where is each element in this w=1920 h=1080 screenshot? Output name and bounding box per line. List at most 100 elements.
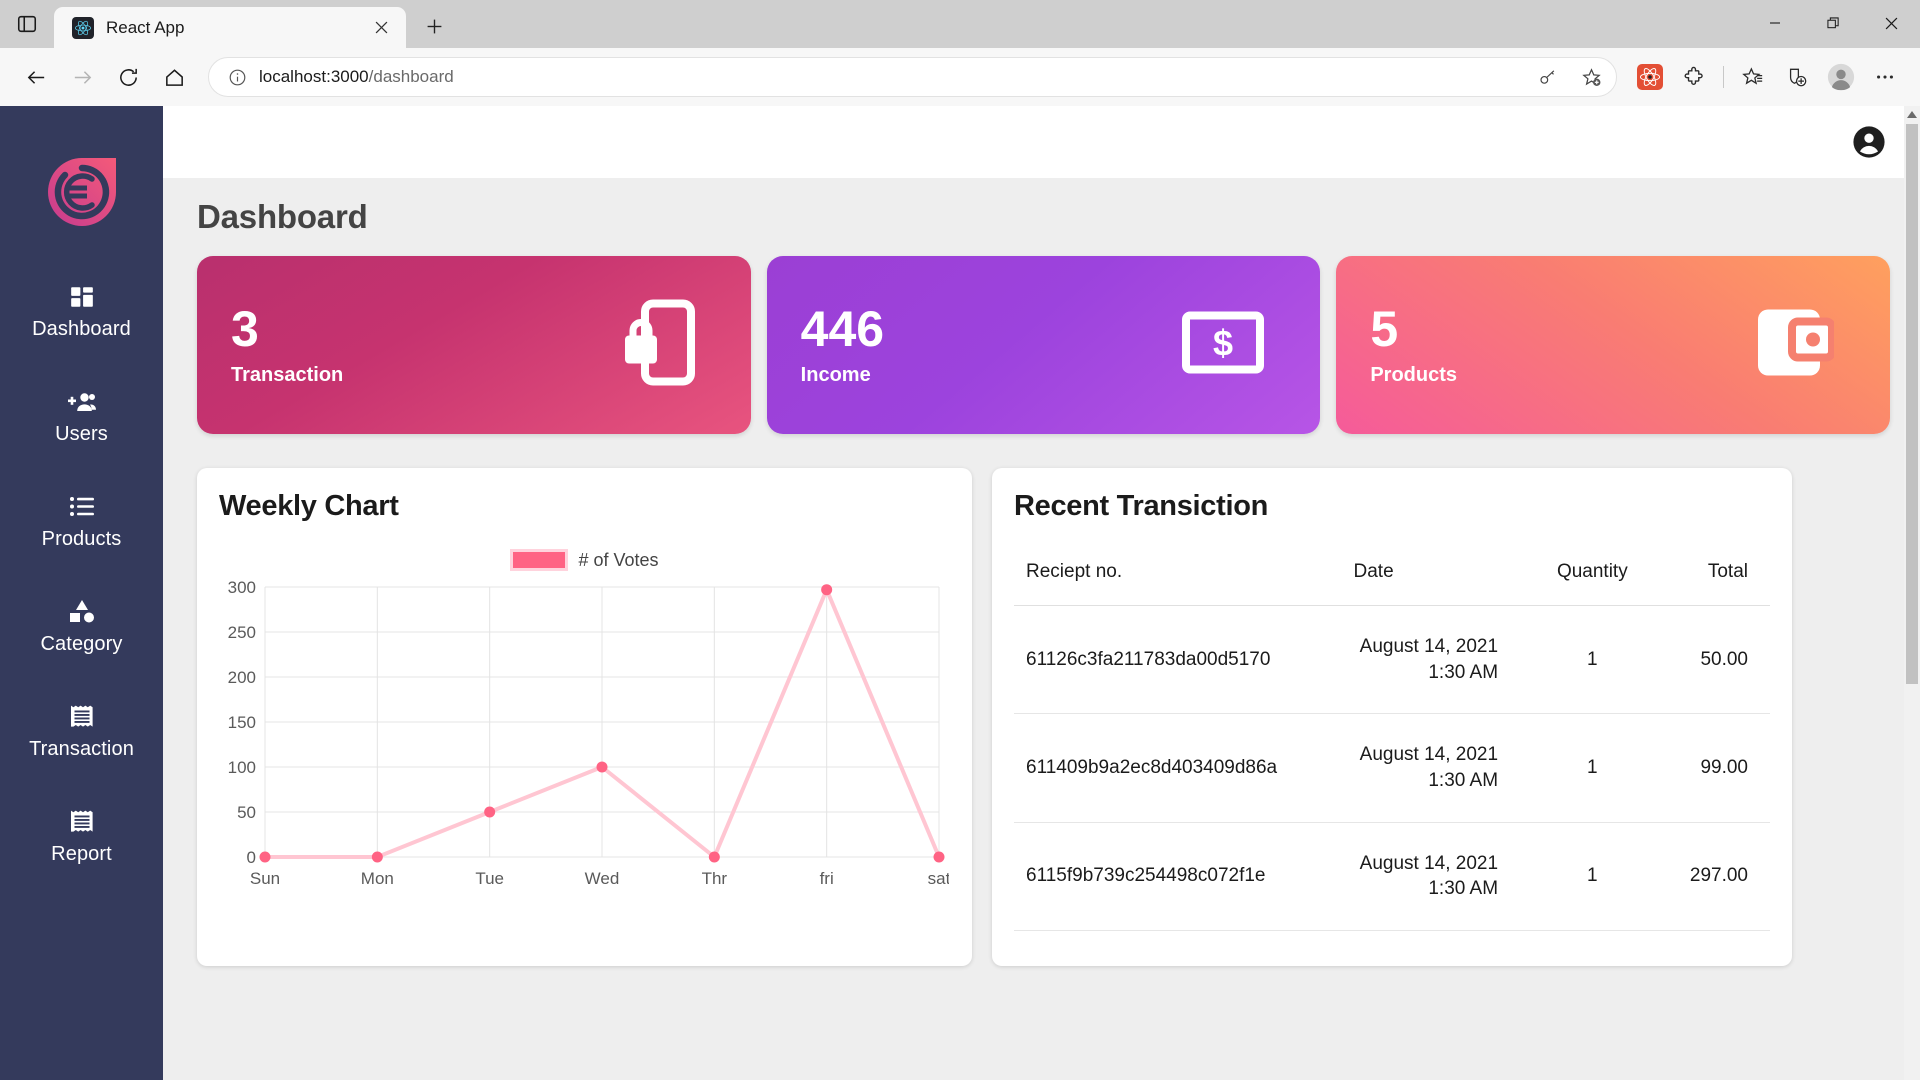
chart-point[interactable] bbox=[596, 761, 608, 773]
home-button[interactable] bbox=[152, 55, 196, 99]
app-content: Dashboard 3 Transaction 446 Income $ 5 P… bbox=[163, 106, 1920, 1080]
dashboard-grid-icon bbox=[69, 282, 95, 312]
receipt-icon bbox=[69, 807, 95, 837]
window-controls bbox=[1746, 0, 1920, 46]
table-row[interactable]: 6115f9b739c254498c072f1e August 14, 2021 1… bbox=[1014, 822, 1770, 931]
sidebar-item-transaction[interactable]: Transaction bbox=[0, 688, 163, 775]
scrollbar-thumb[interactable] bbox=[1906, 124, 1918, 684]
stat-cards: 3 Transaction 446 Income $ 5 Products bbox=[197, 256, 1891, 434]
close-window-button[interactable] bbox=[1862, 0, 1920, 46]
header-date: Date bbox=[1331, 549, 1529, 606]
tab-title: React App bbox=[106, 17, 185, 37]
xtick-label: Tue bbox=[475, 869, 504, 888]
wallet-icon bbox=[1756, 308, 1837, 383]
chart-point[interactable] bbox=[259, 851, 271, 863]
ytick-label: 0 bbox=[247, 848, 256, 867]
legend-swatch bbox=[510, 549, 569, 571]
ytick-label: 250 bbox=[228, 623, 256, 642]
stat-card-transaction[interactable]: 3 Transaction bbox=[197, 256, 751, 434]
chart-panel-title: Weekly Chart bbox=[219, 490, 399, 522]
sidebar-item-report[interactable]: Report bbox=[0, 793, 163, 880]
settings-more-icon[interactable] bbox=[1864, 56, 1906, 98]
react-icon bbox=[72, 16, 94, 39]
sidebar-label-products: Products bbox=[41, 528, 122, 550]
back-button[interactable] bbox=[14, 55, 58, 99]
table-row[interactable]: 611409b9a2ec8d403409d86a August 14, 2021 1… bbox=[1014, 713, 1770, 823]
sidebar-item-dashboard[interactable]: Dashboard bbox=[0, 268, 163, 355]
maximize-button[interactable] bbox=[1804, 0, 1862, 46]
url-path: /dashboard bbox=[368, 67, 454, 86]
table-panel-title: Recent Transiction bbox=[1014, 490, 1269, 522]
header-receipt: Reciept no. bbox=[1014, 549, 1332, 606]
app-header bbox=[163, 106, 1920, 178]
chart-point[interactable] bbox=[708, 851, 720, 863]
browser-window: React App localhost:3000/dashboard Dashb… bbox=[0, 0, 1920, 1080]
chart-area: 0 50 100 150 200 250 300 Sun Mon Tue Wed Thr fri sat bbox=[219, 577, 950, 897]
weekly-chart-panel: Weekly Chart # of Votes 0 50 100 150 200 250 3… bbox=[197, 468, 972, 966]
xtick-label: Mon bbox=[361, 869, 394, 888]
extensions-puzzle-icon[interactable] bbox=[1673, 56, 1715, 98]
add-favorite-icon[interactable] bbox=[1574, 60, 1608, 94]
cell-date: August 14, 2021 1:30 AM bbox=[1331, 822, 1529, 931]
list-icon bbox=[69, 492, 95, 522]
table-head: Reciept no. Date Quantity Total bbox=[1014, 549, 1770, 606]
cell-total: 50.00 bbox=[1656, 605, 1770, 715]
cell-date: August 14, 2021 1:30 AM bbox=[1331, 713, 1529, 823]
favorites-star-icon[interactable] bbox=[1732, 56, 1774, 98]
table-header-row: Reciept no. Date Quantity Total bbox=[1014, 549, 1770, 606]
browser-tab[interactable]: React App bbox=[54, 7, 406, 48]
cell-receipt: 6115f9b739c254498c072f1e bbox=[1014, 822, 1332, 931]
chart-point[interactable] bbox=[371, 851, 383, 863]
xtick-label: Thr bbox=[702, 869, 728, 888]
close-tab-icon[interactable] bbox=[366, 13, 396, 43]
site-info-icon[interactable] bbox=[225, 65, 249, 89]
xtick-label: Wed bbox=[585, 869, 620, 888]
collections-icon[interactable] bbox=[1776, 56, 1818, 98]
money-bill-icon: $ bbox=[1182, 311, 1265, 379]
chart-point[interactable] bbox=[933, 851, 945, 863]
browser-toolbar: localhost:3000/dashboard bbox=[0, 48, 1920, 106]
chart-point[interactable] bbox=[821, 584, 833, 596]
forward-button[interactable] bbox=[60, 55, 104, 99]
dashboard-page: Dashboard 3 Transaction 446 Income $ 5 P… bbox=[163, 178, 1920, 1080]
chart-point[interactable] bbox=[484, 806, 496, 818]
cell-date-time: 1:30 AM bbox=[1428, 769, 1499, 791]
ytick-label: 150 bbox=[228, 713, 256, 732]
profile-avatar-icon[interactable] bbox=[1820, 56, 1862, 98]
transactions-table: Reciept no. Date Quantity Total 61126c3f… bbox=[1014, 549, 1770, 931]
chart-legend[interactable]: # of Votes bbox=[219, 549, 950, 571]
cell-total: 99.00 bbox=[1656, 713, 1770, 823]
add-users-icon bbox=[67, 387, 97, 417]
page-scrollbar[interactable] bbox=[1904, 106, 1920, 1080]
scroll-up-arrow-icon[interactable] bbox=[1904, 106, 1920, 124]
sidebar-item-category[interactable]: Category bbox=[0, 583, 163, 670]
address-bar[interactable]: localhost:3000/dashboard bbox=[208, 57, 1617, 97]
account-circle-icon[interactable] bbox=[1852, 125, 1886, 159]
url-text[interactable]: localhost:3000/dashboard bbox=[259, 67, 1520, 87]
cell-receipt: 61126c3fa211783da00d5170 bbox=[1014, 605, 1332, 715]
new-tab-button[interactable] bbox=[414, 6, 454, 46]
sidebar-label-dashboard: Dashboard bbox=[32, 318, 131, 340]
sidebar-item-users[interactable]: Users bbox=[0, 373, 163, 460]
react-devtools-badge bbox=[1637, 64, 1663, 90]
sidebar-label-users: Users bbox=[55, 423, 108, 445]
cell-total: 297.00 bbox=[1656, 822, 1770, 931]
sidebar-item-products[interactable]: Products bbox=[0, 478, 163, 565]
key-icon[interactable] bbox=[1530, 60, 1564, 94]
table-body: 61126c3fa211783da00d5170 August 14, 2021 1… bbox=[1014, 605, 1770, 931]
react-devtools-extension-icon[interactable] bbox=[1629, 56, 1671, 98]
cell-quantity: 1 bbox=[1528, 822, 1657, 931]
cell-receipt: 611409b9a2ec8d403409d86a bbox=[1014, 713, 1332, 823]
stat-card-products[interactable]: 5 Products bbox=[1336, 256, 1891, 434]
reload-button[interactable] bbox=[106, 55, 150, 99]
table-row[interactable]: 61126c3fa211783da00d5170 August 14, 2021 1… bbox=[1014, 605, 1770, 715]
cell-date-time: 1:30 AM bbox=[1428, 878, 1499, 900]
stat-card-income[interactable]: 446 Income $ bbox=[766, 256, 1321, 434]
minimize-button[interactable] bbox=[1746, 0, 1804, 46]
tab-actions-icon[interactable] bbox=[0, 0, 54, 48]
header-total: Total bbox=[1656, 549, 1770, 606]
xtick-label: fri bbox=[820, 869, 834, 888]
shapes-category-icon bbox=[68, 597, 96, 627]
url-host: localhost:3000 bbox=[259, 67, 369, 86]
sidebar-label-report: Report bbox=[51, 843, 112, 865]
